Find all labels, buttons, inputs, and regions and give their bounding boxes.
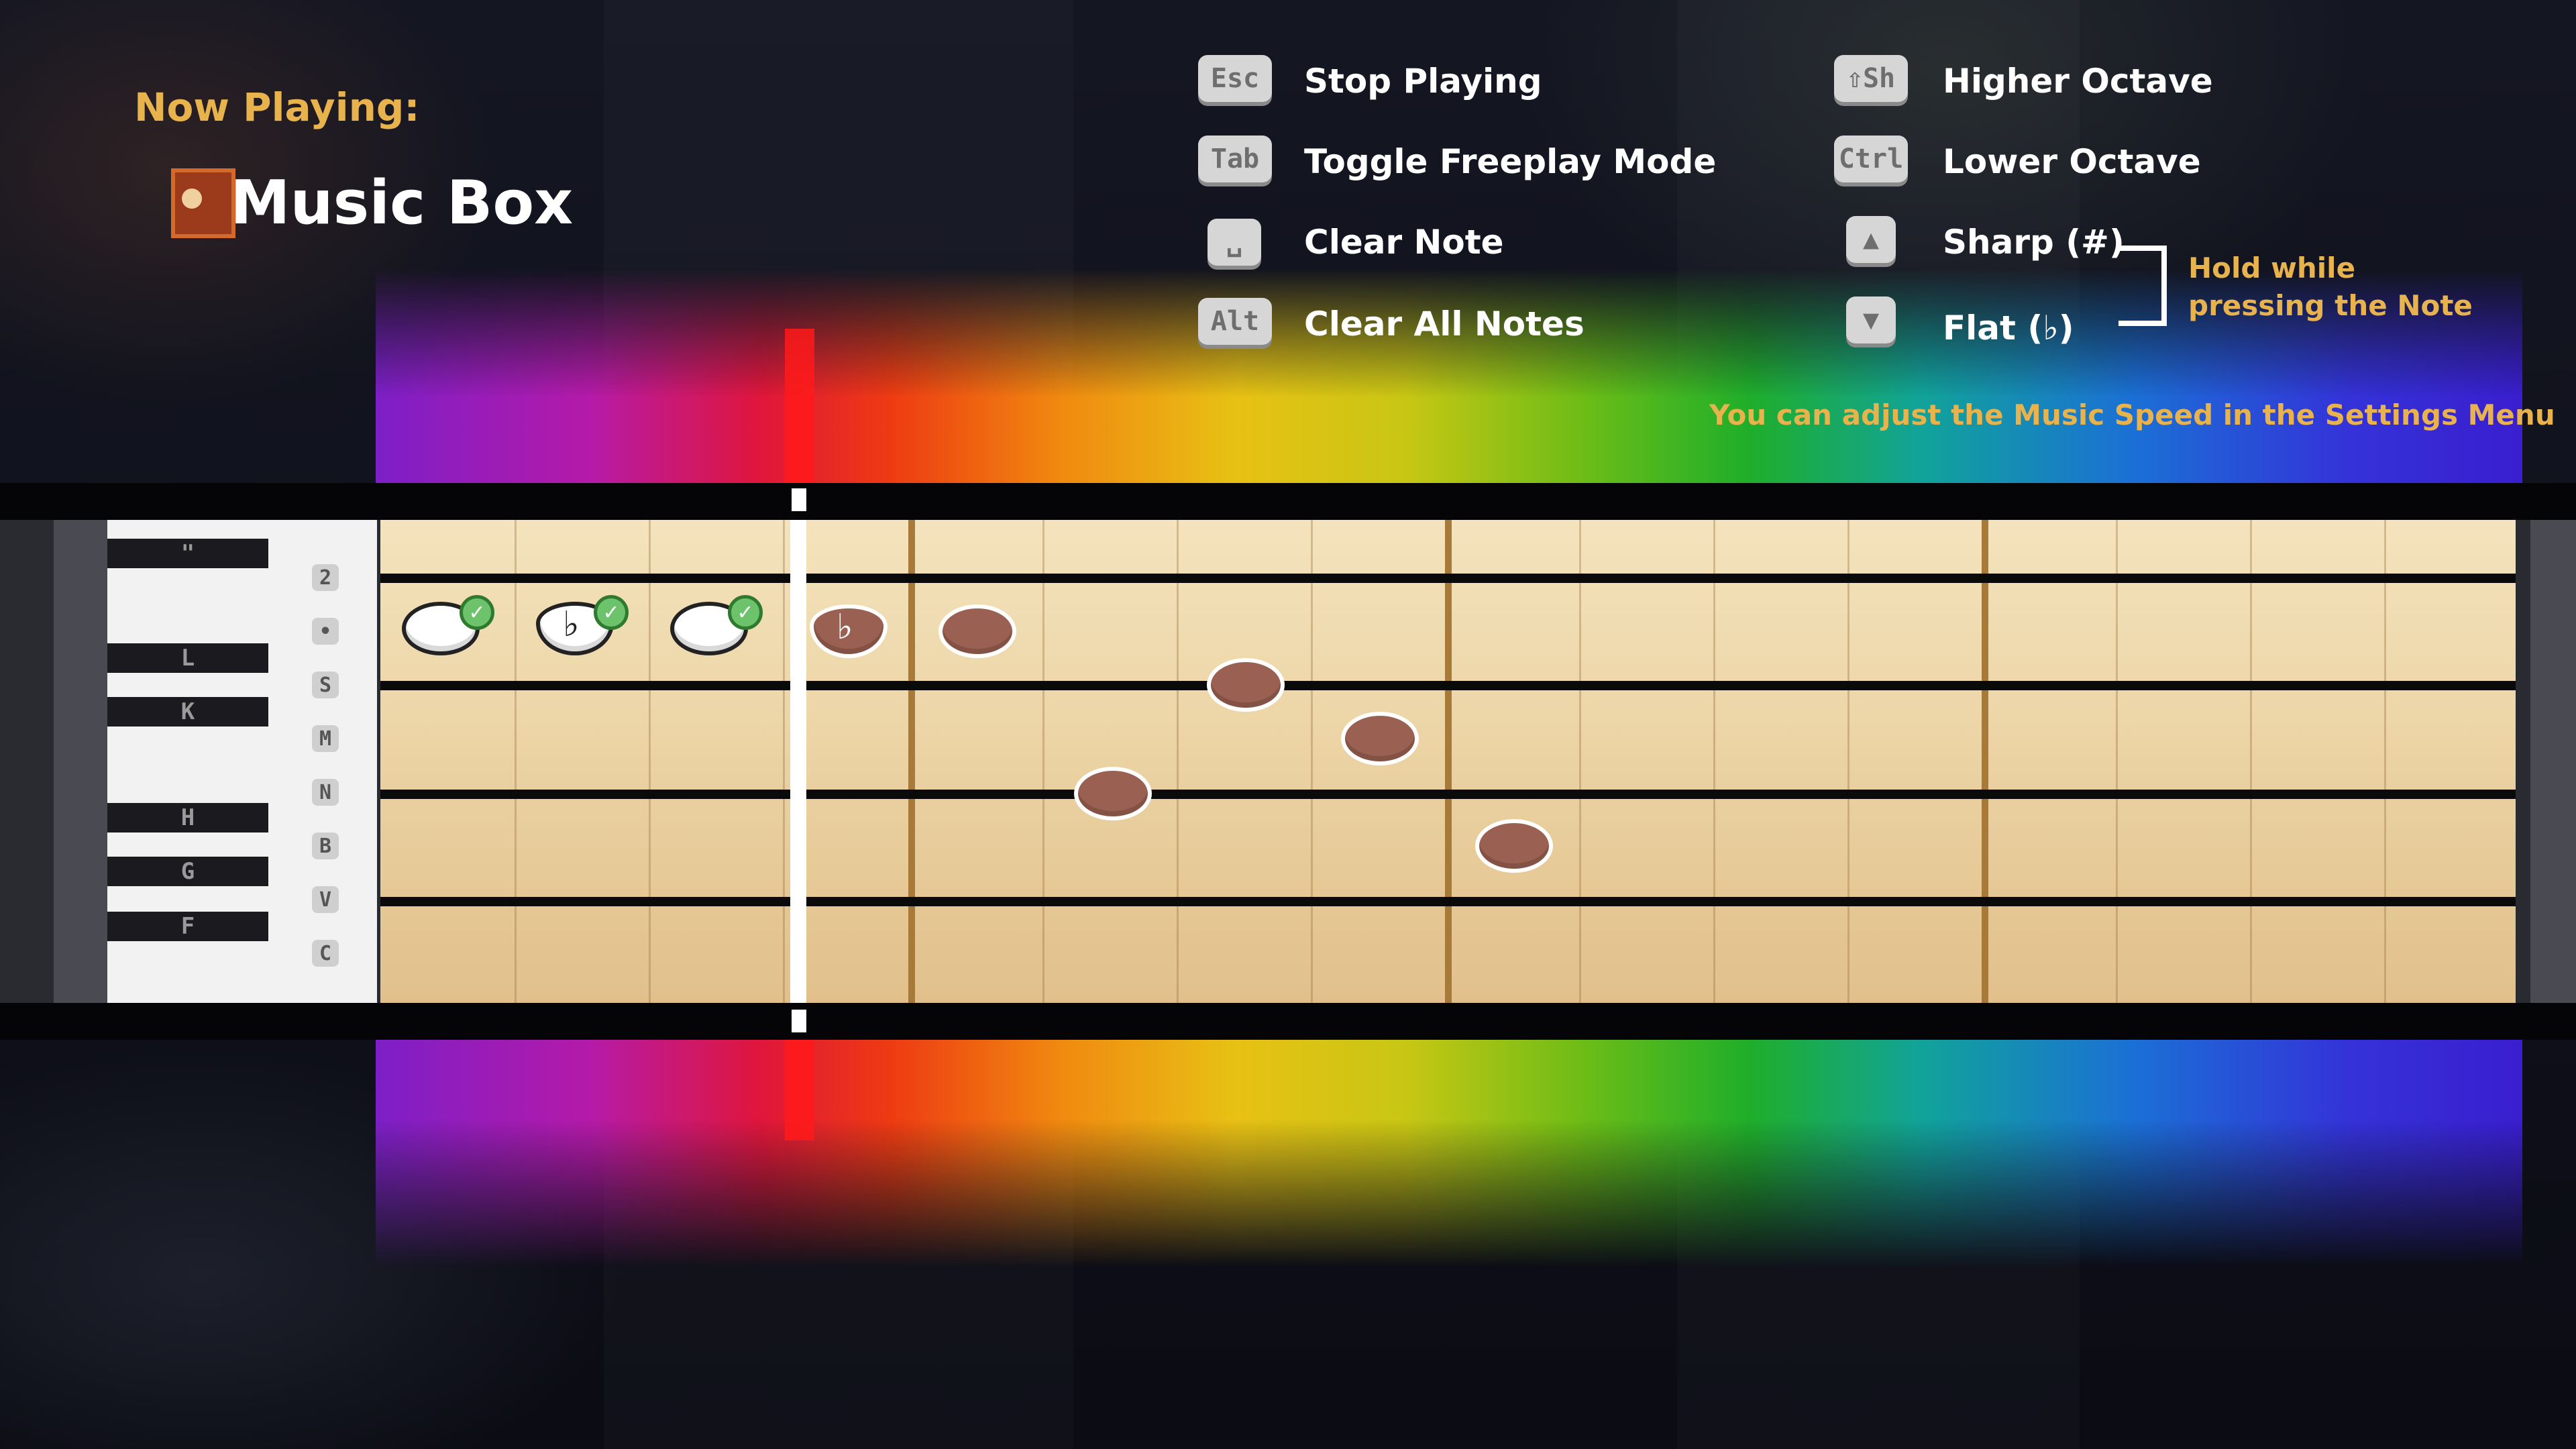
beat-line (2384, 520, 2386, 1003)
hold-hint: Hold while pressing the Note (2188, 252, 2473, 322)
lower-octave-label: Lower Octave (1943, 142, 2201, 181)
space-key-icon: ␣ (1208, 219, 1261, 266)
piano-white-key[interactable]: S (312, 672, 339, 698)
rainbow-band-bottom (376, 1040, 2522, 1268)
piano-white-key[interactable]: 2 (312, 564, 339, 591)
staff-line (380, 681, 2516, 690)
piano-black-key[interactable]: H (107, 803, 268, 833)
higher-octave-label: Higher Octave (1943, 62, 2213, 101)
staff-bottom-bar (0, 1003, 2576, 1040)
flat-symbol: ♭ (837, 607, 853, 647)
alt-key-icon: Alt (1198, 298, 1272, 345)
measure-line (1982, 520, 1988, 1003)
check-icon: ✓ (460, 595, 494, 630)
hold-bracket (2118, 246, 2167, 326)
beat-line (783, 520, 785, 1003)
note (1341, 712, 1419, 765)
piano-white-key[interactable]: N (312, 779, 339, 806)
staff-line (380, 897, 2516, 906)
note (1207, 658, 1285, 712)
beat-line (1177, 520, 1179, 1003)
flat-label: Flat (♭) (1943, 309, 2074, 347)
playhead (790, 520, 806, 1003)
beat-line (1311, 520, 1313, 1003)
note (938, 604, 1016, 658)
frame-right-panel (2530, 520, 2576, 1003)
frame-left-panel (54, 520, 107, 1003)
beat-line (515, 520, 517, 1003)
piano-white-key[interactable]: C (312, 940, 339, 967)
piano-keyboard: " L K H G F 2 • S M N B V C (107, 520, 377, 1003)
measure-line (1445, 520, 1452, 1003)
arrow-down-icon: ▼ (1846, 297, 1896, 343)
instrument-name: Music Box (230, 168, 574, 238)
staff-top-bar (0, 483, 2576, 520)
check-icon: ✓ (594, 595, 629, 630)
flat-symbol: ♭ (563, 604, 580, 645)
instrument-display: Music Box (171, 168, 573, 238)
music-staff[interactable]: ✓ ♭ ✓ ✓ ♭ (380, 520, 2516, 1003)
note (1475, 819, 1553, 873)
check-icon: ✓ (728, 595, 763, 630)
beat-line (1042, 520, 1044, 1003)
music-box-icon (171, 168, 235, 238)
clear-note-label: Clear Note (1304, 223, 1504, 262)
sharp-label: Sharp (#) (1943, 223, 2125, 262)
piano-black-key[interactable]: F (107, 912, 268, 941)
esc-key-icon: Esc (1198, 55, 1272, 102)
piano-white-key[interactable]: V (312, 886, 339, 913)
tab-key-icon: Tab (1198, 136, 1272, 182)
measure-line (908, 520, 915, 1003)
beat-line (2116, 520, 2118, 1003)
speed-hint: You can adjust the Music Speed in the Se… (1709, 398, 2555, 431)
piano-white-key[interactable]: • (312, 618, 339, 645)
piano-black-key[interactable]: L (107, 643, 268, 673)
piano-black-key[interactable]: K (107, 697, 268, 727)
clear-all-notes-label: Clear All Notes (1304, 305, 1585, 343)
playhead-glow-bottom (785, 1040, 814, 1140)
piano-black-key[interactable]: " (107, 539, 268, 568)
ctrl-key-icon: Ctrl (1834, 136, 1908, 182)
arrow-up-icon: ▲ (1846, 216, 1896, 263)
piano-black-key[interactable]: G (107, 857, 268, 886)
note (1074, 767, 1152, 820)
beat-line (1847, 520, 1849, 1003)
playhead-marker-bottom (792, 1010, 806, 1032)
beat-line (1713, 520, 1715, 1003)
stop-playing-label: Stop Playing (1304, 62, 1542, 101)
toggle-freeplay-label: Toggle Freeplay Mode (1304, 142, 1717, 181)
piano-white-key[interactable]: M (312, 725, 339, 752)
playhead-glow-top (785, 329, 814, 483)
beat-line (2250, 520, 2252, 1003)
staff-line (380, 790, 2516, 799)
beat-line (1579, 520, 1581, 1003)
beat-line (649, 520, 651, 1003)
shift-key-icon: ⇧Sh (1834, 55, 1908, 102)
now-playing-label: Now Playing: (134, 85, 420, 130)
piano-white-key[interactable]: B (312, 833, 339, 859)
playhead-marker-top (792, 488, 806, 511)
staff-line (380, 574, 2516, 583)
